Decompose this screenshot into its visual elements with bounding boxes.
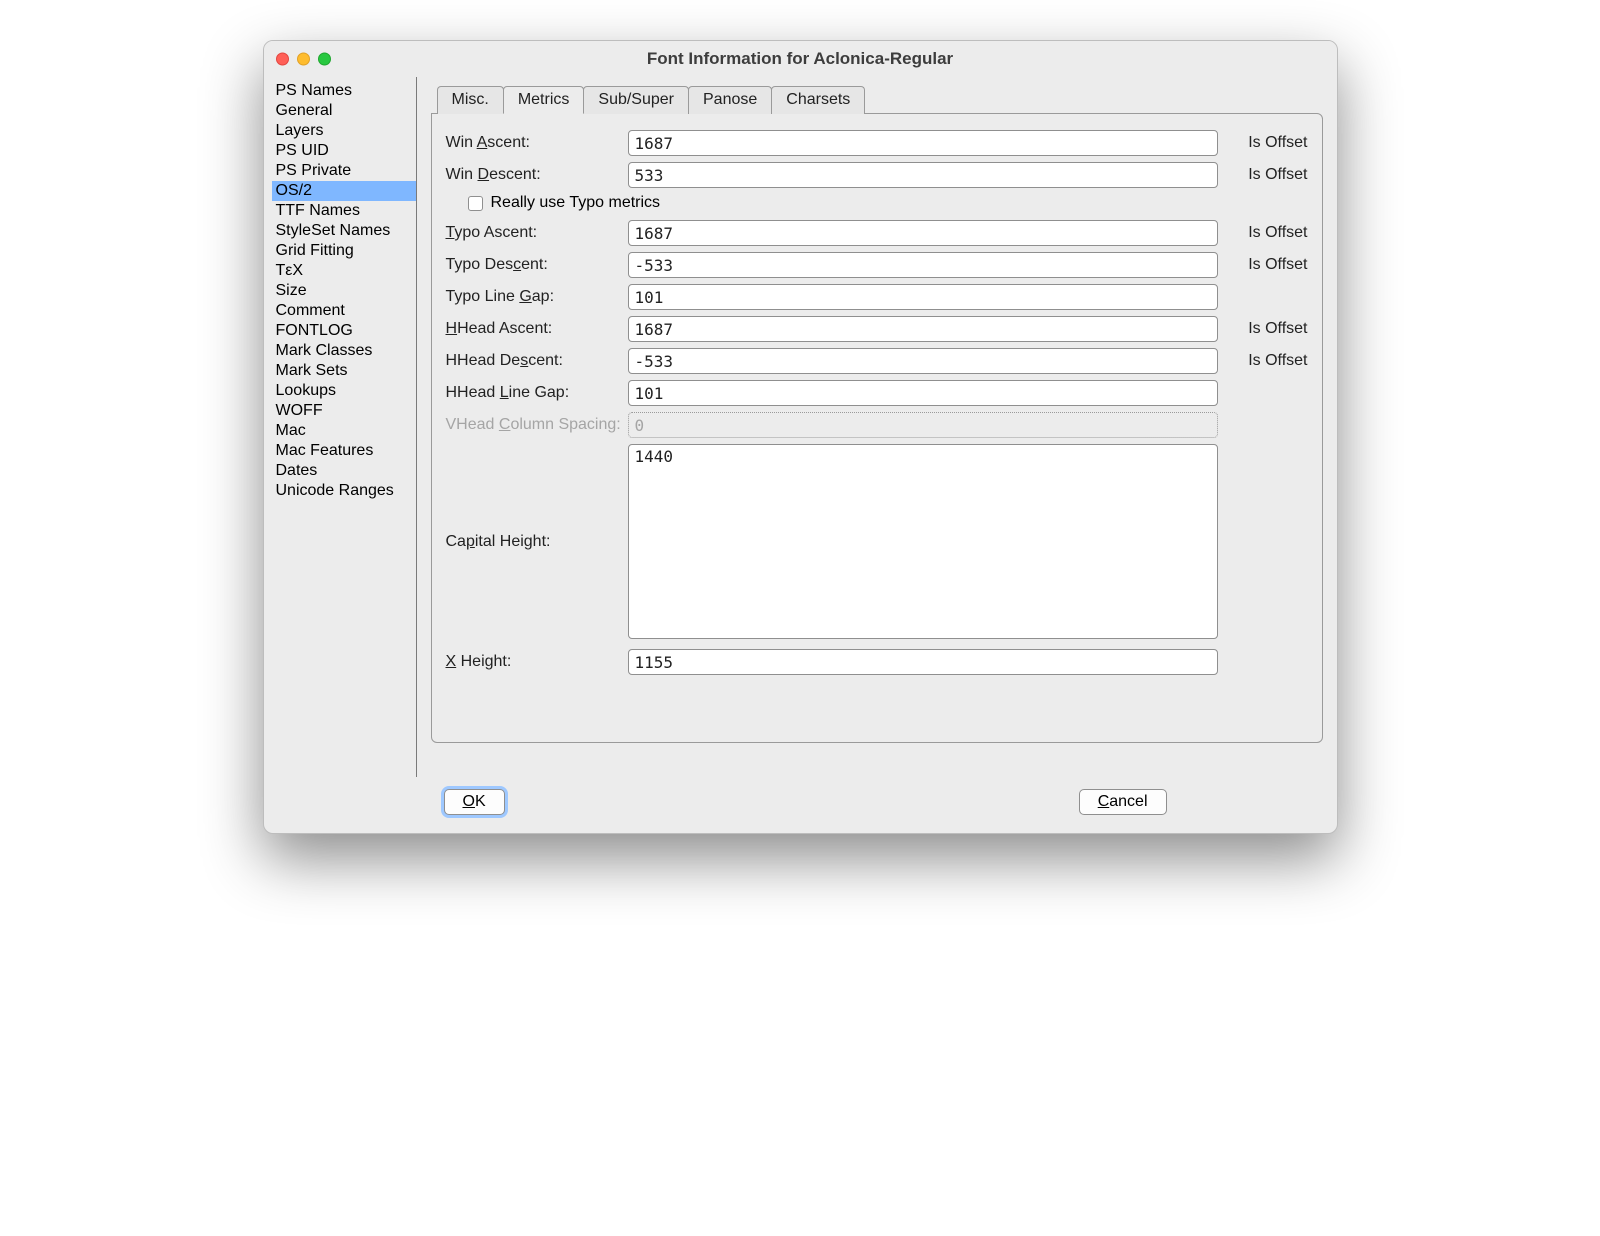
hhead-ascent-offset[interactable]: Is Offset bbox=[1218, 320, 1308, 338]
win-descent-label: Win Descent: bbox=[446, 166, 628, 184]
sidebar-item-os-2[interactable]: OS/2 bbox=[272, 181, 416, 201]
sidebar-item-mac-features[interactable]: Mac Features bbox=[272, 441, 416, 461]
really-use-typo-label: Really use Typo metrics bbox=[491, 194, 661, 212]
vhead-col-spacing-input bbox=[628, 412, 1218, 438]
hhead-ascent-label: HHead Ascent: bbox=[446, 320, 628, 338]
tab-metrics[interactable]: Metrics bbox=[503, 86, 585, 114]
sidebar-item-comment[interactable]: Comment bbox=[272, 301, 416, 321]
tab-charsets[interactable]: Charsets bbox=[771, 86, 865, 114]
hhead-line-gap-input[interactable] bbox=[628, 380, 1218, 406]
sidebar-item-unicode-ranges[interactable]: Unicode Ranges bbox=[272, 481, 416, 501]
capital-height-label: Capital Height: bbox=[446, 533, 628, 551]
sidebar-item-general[interactable]: General bbox=[272, 101, 416, 121]
sidebar-item-mark-classes[interactable]: Mark Classes bbox=[272, 341, 416, 361]
hhead-line-gap-label: HHead Line Gap: bbox=[446, 384, 628, 402]
sidebar-item-t-x[interactable]: TεX bbox=[272, 261, 416, 281]
sidebar-item-mark-sets[interactable]: Mark Sets bbox=[272, 361, 416, 381]
zoom-icon[interactable] bbox=[318, 53, 331, 66]
vhead-col-spacing-label: VHead Column Spacing: bbox=[446, 416, 628, 434]
sidebar-item-mac[interactable]: Mac bbox=[272, 421, 416, 441]
close-icon[interactable] bbox=[276, 53, 289, 66]
sidebar-item-dates[interactable]: Dates bbox=[272, 461, 416, 481]
typo-descent-label: Typo Descent: bbox=[446, 256, 628, 274]
win-ascent-input[interactable] bbox=[628, 130, 1218, 156]
cancel-button[interactable]: Cancel bbox=[1079, 789, 1167, 815]
hhead-descent-offset[interactable]: Is Offset bbox=[1218, 352, 1308, 370]
sidebar-item-lookups[interactable]: Lookups bbox=[272, 381, 416, 401]
typo-line-gap-label: Typo Line Gap: bbox=[446, 288, 628, 306]
window-title: Font Information for Aclonica-Regular bbox=[276, 49, 1325, 69]
sidebar-item-styleset-names[interactable]: StyleSet Names bbox=[272, 221, 416, 241]
sidebar-item-woff[interactable]: WOFF bbox=[272, 401, 416, 421]
titlebar: Font Information for Aclonica-Regular bbox=[264, 41, 1337, 77]
font-info-window: Font Information for Aclonica-Regular PS… bbox=[263, 40, 1338, 834]
window-controls bbox=[276, 53, 331, 66]
tab-panose[interactable]: Panose bbox=[688, 86, 772, 114]
hhead-descent-label: HHead Descent: bbox=[446, 352, 628, 370]
sidebar-item-ps-uid[interactable]: PS UID bbox=[272, 141, 416, 161]
typo-descent-input[interactable] bbox=[628, 252, 1218, 278]
tabs: Misc.MetricsSub/SuperPanoseCharsets bbox=[437, 85, 1323, 113]
sidebar-item-ttf-names[interactable]: TTF Names bbox=[272, 201, 416, 221]
x-height-input[interactable] bbox=[628, 649, 1218, 675]
x-height-label: X Height: bbox=[446, 653, 628, 671]
win-ascent-offset[interactable]: Is Offset bbox=[1218, 134, 1308, 152]
sidebar-item-layers[interactable]: Layers bbox=[272, 121, 416, 141]
category-sidebar: PS NamesGeneralLayersPS UIDPS PrivateOS/… bbox=[264, 77, 417, 777]
sidebar-item-ps-private[interactable]: PS Private bbox=[272, 161, 416, 181]
ok-button[interactable]: OK bbox=[444, 789, 505, 815]
typo-line-gap-input[interactable] bbox=[628, 284, 1218, 310]
win-descent-input[interactable] bbox=[628, 162, 1218, 188]
tab-misc-[interactable]: Misc. bbox=[437, 86, 504, 114]
sidebar-item-grid-fitting[interactable]: Grid Fitting bbox=[272, 241, 416, 261]
hhead-ascent-input[interactable] bbox=[628, 316, 1218, 342]
sidebar-item-size[interactable]: Size bbox=[272, 281, 416, 301]
minimize-icon[interactable] bbox=[297, 53, 310, 66]
hhead-descent-input[interactable] bbox=[628, 348, 1218, 374]
dialog-footer: OK Cancel bbox=[264, 777, 1337, 833]
really-use-typo-checkbox[interactable] bbox=[468, 196, 483, 211]
typo-ascent-offset[interactable]: Is Offset bbox=[1218, 224, 1308, 242]
capital-height-input[interactable]: 1440 bbox=[628, 444, 1218, 639]
win-descent-offset[interactable]: Is Offset bbox=[1218, 166, 1308, 184]
typo-ascent-input[interactable] bbox=[628, 220, 1218, 246]
sidebar-item-fontlog[interactable]: FONTLOG bbox=[272, 321, 416, 341]
metrics-panel: Win Ascent: Is Offset Win Descent: Is Of… bbox=[431, 113, 1323, 743]
tab-sub-super[interactable]: Sub/Super bbox=[583, 86, 689, 114]
main-panel: Misc.MetricsSub/SuperPanoseCharsets Win … bbox=[417, 77, 1337, 777]
win-ascent-label: Win Ascent: bbox=[446, 134, 628, 152]
typo-ascent-label: Typo Ascent: bbox=[446, 224, 628, 242]
typo-descent-offset[interactable]: Is Offset bbox=[1218, 256, 1308, 274]
sidebar-item-ps-names[interactable]: PS Names bbox=[272, 81, 416, 101]
